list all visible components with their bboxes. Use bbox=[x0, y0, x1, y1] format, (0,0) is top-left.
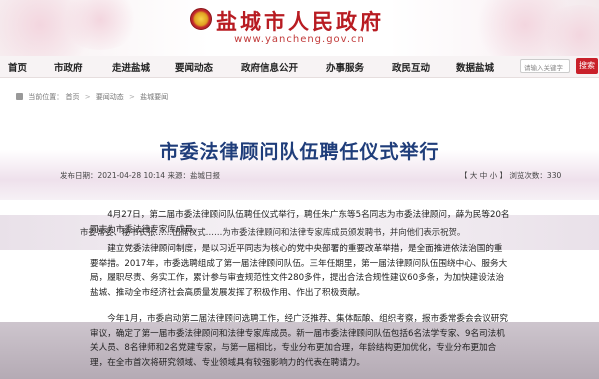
article-paragraph: 市委常委、秘书长张……出席仪式……为市委法律顾问和法律专家库成员颁发聘书，并向他… bbox=[80, 227, 466, 237]
breadcrumb-item-home[interactable]: 首页 bbox=[65, 93, 79, 101]
article-meta: 发布日期：2021-04-28 10:14 来源：盐城日报 bbox=[60, 171, 220, 180]
nav-item-disclosure[interactable]: 政府信息公开 bbox=[241, 60, 298, 74]
nav-item-services[interactable]: 办事服务 bbox=[326, 60, 364, 74]
site-url: www.yancheng.gov.cn bbox=[234, 34, 365, 45]
main-nav: 首页 市政府 走进盐城 要闻动态 政府信息公开 办事服务 政民互动 数据盐城 bbox=[0, 56, 599, 78]
article-title: 市委法律顾问队伍聘任仪式举行 bbox=[159, 141, 440, 163]
nav-item-news[interactable]: 要闻动态 bbox=[175, 60, 213, 74]
breadcrumb-prefix: 当前位置： bbox=[28, 93, 64, 101]
nav-item-data[interactable]: 数据盐城 bbox=[456, 60, 494, 74]
home-icon bbox=[16, 93, 23, 100]
breadcrumb: 当前位置： 首页 > 要闻动态 > 盐城要闻 bbox=[16, 92, 168, 102]
header-banner: 盐城市人民政府 www.yancheng.gov.cn bbox=[0, 0, 599, 56]
breadcrumb-separator: > bbox=[84, 93, 91, 101]
search-button[interactable]: 搜索 bbox=[576, 58, 598, 74]
article-meta-font-size[interactable]: 【 大 中 小 】 浏览次数：330 bbox=[460, 170, 561, 181]
search-input[interactable]: 请输入关键字 bbox=[520, 59, 570, 73]
nav-item-home[interactable]: 首页 bbox=[8, 60, 27, 74]
nav-item-about[interactable]: 走进盐城 bbox=[112, 60, 150, 74]
national-emblem-icon bbox=[190, 8, 212, 30]
nav-item-interaction[interactable]: 政民互动 bbox=[392, 60, 430, 74]
breadcrumb-item-news[interactable]: 要闻动态 bbox=[96, 93, 124, 101]
site-title[interactable]: 盐城市人民政府 bbox=[216, 6, 384, 36]
breadcrumb-item-local-news[interactable]: 盐城要闻 bbox=[140, 93, 168, 101]
article-paragraph: 今年1月，市委启动第二届法律顾问选聘工作，经广泛推荐、集体酝酿、组织考察，报市委… bbox=[90, 314, 508, 368]
article-paragraph: 建立党委法律顾问制度，是以习近平同志为核心的党中央部署的重要改革举措，是全面推进… bbox=[90, 244, 508, 298]
breadcrumb-separator: > bbox=[129, 93, 135, 101]
nav-item-government[interactable]: 市政府 bbox=[54, 60, 83, 74]
